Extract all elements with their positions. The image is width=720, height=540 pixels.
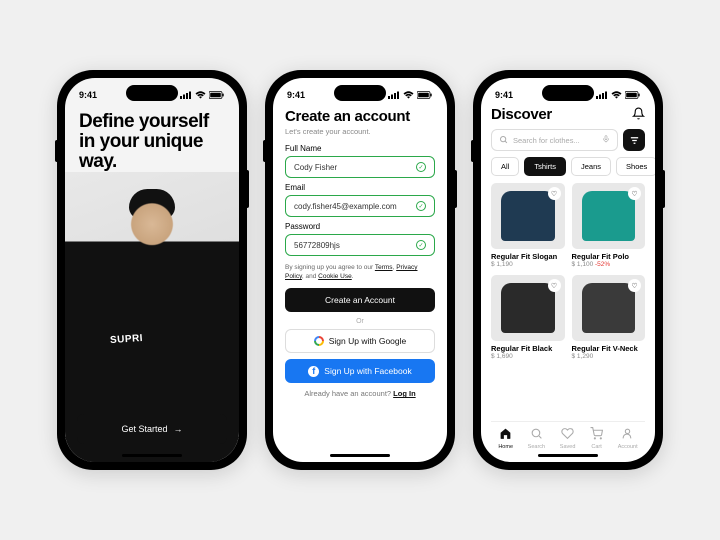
filter-button[interactable]: [623, 129, 645, 151]
pill-all[interactable]: All: [491, 157, 519, 176]
cart-icon: [590, 427, 603, 443]
arrow-right-icon: →: [174, 424, 183, 434]
category-pills: All Tshirts Jeans Shoes: [491, 157, 645, 176]
wifi-icon: [403, 91, 414, 99]
tab-cart[interactable]: Cart: [590, 427, 603, 450]
home-indicator: [330, 454, 390, 457]
or-divider: Or: [285, 318, 435, 325]
battery-icon: [209, 91, 225, 99]
signal-icon: [388, 91, 400, 99]
wifi-icon: [611, 91, 622, 99]
get-started-button[interactable]: Get Started →: [77, 414, 227, 444]
pill-shoes[interactable]: Shoes: [616, 157, 655, 176]
dynamic-island: [542, 85, 594, 101]
name-input[interactable]: Cody Fisher ✓: [285, 156, 435, 178]
heart-icon[interactable]: ♡: [548, 187, 561, 200]
create-account-button[interactable]: Create an Account: [285, 288, 435, 312]
product-grid: ♡ Regular Fit Slogan $ 1,190 ♡ Regular F…: [491, 183, 645, 360]
status-time: 9:41: [79, 90, 97, 100]
password-input[interactable]: 56772809hjs ✓: [285, 234, 435, 256]
hero-image: SUPRI Get Started →: [65, 172, 239, 462]
tab-search[interactable]: Search: [528, 427, 545, 450]
email-label: Email: [285, 183, 435, 192]
check-icon: ✓: [416, 240, 426, 250]
tab-account[interactable]: Account: [618, 427, 638, 450]
login-link[interactable]: Log In: [393, 389, 416, 398]
pill-tshirts[interactable]: Tshirts: [524, 157, 566, 176]
login-prompt: Already have an account? Log In: [285, 389, 435, 398]
search-icon: [530, 427, 543, 443]
page-title: Create an account: [285, 108, 435, 125]
check-icon: ✓: [416, 201, 426, 211]
pill-jeans[interactable]: Jeans: [571, 157, 611, 176]
cookie-link[interactable]: Cookie Use: [318, 273, 352, 280]
terms-text: By signing up you agree to our Terms, Pr…: [285, 263, 435, 281]
page-subtitle: Let's create your account.: [285, 127, 435, 136]
phone-onboarding: 9:41 Define yourself in your unique way.…: [57, 70, 247, 470]
facebook-icon: f: [308, 366, 319, 377]
wifi-icon: [195, 91, 206, 99]
user-icon: [621, 427, 634, 443]
bell-icon[interactable]: [632, 107, 645, 123]
home-indicator: [122, 454, 182, 457]
dynamic-island: [126, 85, 178, 101]
battery-icon: [625, 91, 641, 99]
page-title: Discover: [491, 106, 552, 123]
status-time: 9:41: [495, 90, 513, 100]
product-card[interactable]: ♡ Regular Fit Polo $ 1,100 -52%: [572, 183, 646, 268]
heart-icon: [561, 427, 574, 443]
email-input[interactable]: cody.fisher45@example.com ✓: [285, 195, 435, 217]
hero-headline: Define yourself in your unique way.: [65, 104, 239, 172]
mic-icon[interactable]: [602, 134, 610, 146]
name-label: Full Name: [285, 144, 435, 153]
heart-icon[interactable]: ♡: [628, 187, 641, 200]
phone-discover: 9:41 Discover Search for clothes...: [473, 70, 663, 470]
status-time: 9:41: [287, 90, 305, 100]
battery-icon: [417, 91, 433, 99]
product-card[interactable]: ♡ Regular Fit Black $ 1,690: [491, 275, 565, 360]
password-label: Password: [285, 222, 435, 231]
home-indicator: [538, 454, 598, 457]
terms-link[interactable]: Terms: [375, 264, 393, 271]
dynamic-island: [334, 85, 386, 101]
product-card[interactable]: ♡ Regular Fit V-Neck $ 1,290: [572, 275, 646, 360]
google-signup-button[interactable]: Sign Up with Google: [285, 329, 435, 353]
signal-icon: [596, 91, 608, 99]
tab-home[interactable]: Home: [498, 427, 513, 450]
heart-icon[interactable]: ♡: [548, 279, 561, 292]
check-icon: ✓: [416, 162, 426, 172]
search-input[interactable]: Search for clothes...: [491, 129, 618, 151]
phone-signup: 9:41 Create an account Let's create your…: [265, 70, 455, 470]
tab-saved[interactable]: Saved: [560, 427, 576, 450]
google-icon: [314, 336, 324, 346]
search-icon: [499, 135, 508, 146]
signal-icon: [180, 91, 192, 99]
product-card[interactable]: ♡ Regular Fit Slogan $ 1,190: [491, 183, 565, 268]
heart-icon[interactable]: ♡: [628, 279, 641, 292]
facebook-signup-button[interactable]: f Sign Up with Facebook: [285, 359, 435, 383]
home-icon: [499, 427, 512, 443]
